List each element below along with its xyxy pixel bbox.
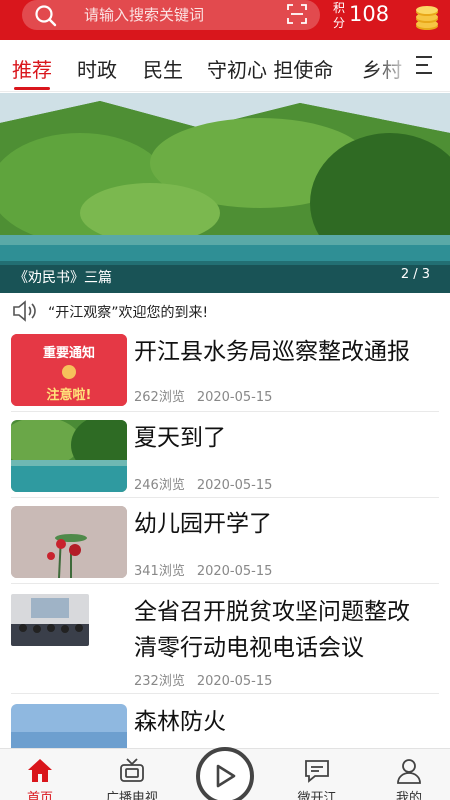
thumbnail-subheading: 注意啦! — [46, 388, 92, 403]
view-count: 341浏览 — [134, 564, 185, 579]
nav-broadcast-tv[interactable]: 广播电视 — [92, 749, 172, 800]
view-count: 232浏览 — [134, 674, 185, 689]
news-meta: 262浏览 2020-05-15 — [134, 386, 272, 405]
scan-icon[interactable] — [286, 3, 308, 29]
news-meta: 232浏览 2020-05-15 — [134, 670, 272, 689]
announcement-text: “开江观察”欢迎您的到来! — [48, 305, 209, 321]
news-title-line-1: 全省召开脱贫攻坚问题整改 — [134, 599, 410, 625]
news-title: 开江县水务局巡察整改通报 — [134, 339, 410, 365]
tab-fade — [372, 40, 412, 90]
points-value[interactable]: 108 — [349, 2, 389, 26]
coins-icon[interactable] — [413, 2, 441, 36]
view-count: 262浏览 — [134, 390, 185, 405]
tv-icon — [118, 757, 146, 789]
category-tabs: 推荐 时政 民生 守初心 担使命 乡村 — [0, 40, 450, 92]
news-thumbnail — [11, 704, 127, 748]
chat-icon — [303, 757, 331, 789]
news-title: 夏天到了 — [134, 425, 226, 451]
news-title-line-2: 清零行动电视电话会议 — [134, 635, 364, 661]
top-header: 请输入搜索关键词 积分 108 — [0, 0, 450, 40]
news-item[interactable]: 森林防火 — [11, 694, 439, 748]
nav-home-label: 首页 — [26, 791, 53, 800]
speaker-icon — [11, 299, 39, 327]
news-title: 幼儿园开学了 — [134, 511, 272, 537]
banner-page-indicator: 2 / 3 — [400, 267, 430, 282]
news-thumbnail: 重要通知 注意啦! — [11, 334, 127, 406]
thumbnail-heading: 重要通知 — [42, 346, 95, 361]
publish-date: 2020-05-15 — [196, 564, 273, 579]
nav-broadcast-tv-label: 广播电视 — [105, 791, 158, 800]
news-meta: 246浏览 2020-05-15 — [134, 474, 272, 493]
nav-wei-kaijiang[interactable]: 微开江 — [277, 749, 357, 800]
tab-politics[interactable]: 时政 — [77, 54, 117, 83]
user-icon — [395, 757, 423, 789]
news-item[interactable]: 全省召开脱贫攻坚问题整改 清零行动电视电话会议 232浏览 2020-05-15 — [11, 584, 439, 694]
banner-carousel[interactable]: 《劝民书》三篇 2 / 3 — [0, 93, 450, 293]
publish-date: 2020-05-15 — [196, 478, 273, 493]
nav-wei-kaijiang-label: 微开江 — [297, 791, 337, 800]
news-meta: 341浏览 2020-05-15 — [134, 560, 272, 579]
search-icon[interactable] — [34, 4, 58, 32]
nav-home[interactable]: 首页 — [0, 749, 80, 800]
news-thumbnail — [11, 506, 127, 578]
tab-recommend[interactable]: 推荐 — [12, 54, 52, 83]
bottom-navigation: 首页 广播电视 微开江 我的 — [0, 747, 450, 800]
view-count: 246浏览 — [134, 478, 185, 493]
home-icon — [26, 757, 54, 787]
publish-date: 2020-05-15 — [196, 390, 273, 405]
news-item[interactable]: 夏天到了 246浏览 2020-05-15 — [11, 412, 439, 498]
announcement-bar[interactable]: “开江观察”欢迎您的到来! — [0, 293, 450, 327]
search-bar[interactable]: 请输入搜索关键词 — [22, 0, 320, 30]
nav-profile[interactable]: 我的 — [369, 749, 449, 800]
points-label: 积分 — [333, 1, 346, 30]
search-input[interactable]: 请输入搜索关键词 — [84, 4, 204, 25]
banner-image — [0, 93, 450, 293]
active-tab-indicator — [14, 87, 50, 90]
news-item[interactable]: 重要通知 注意啦! 开江县水务局巡察整改通报 262浏览 2020-05-15 — [11, 332, 439, 412]
nav-profile-label: 我的 — [395, 791, 422, 800]
tab-livelihood[interactable]: 民生 — [143, 54, 183, 83]
news-item[interactable]: 幼儿园开学了 341浏览 2020-05-15 — [11, 498, 439, 584]
play-button[interactable] — [196, 747, 254, 800]
banner-caption: 《劝民书》三篇 — [14, 270, 112, 286]
news-thumbnail — [11, 420, 127, 492]
publish-date: 2020-05-15 — [196, 674, 273, 689]
play-icon — [214, 763, 238, 793]
tab-menu-icon[interactable] — [412, 52, 442, 78]
news-title: 森林防火 — [134, 709, 226, 735]
tab-mission[interactable]: 守初心 担使命 — [207, 54, 333, 83]
news-thumbnail — [11, 594, 89, 646]
